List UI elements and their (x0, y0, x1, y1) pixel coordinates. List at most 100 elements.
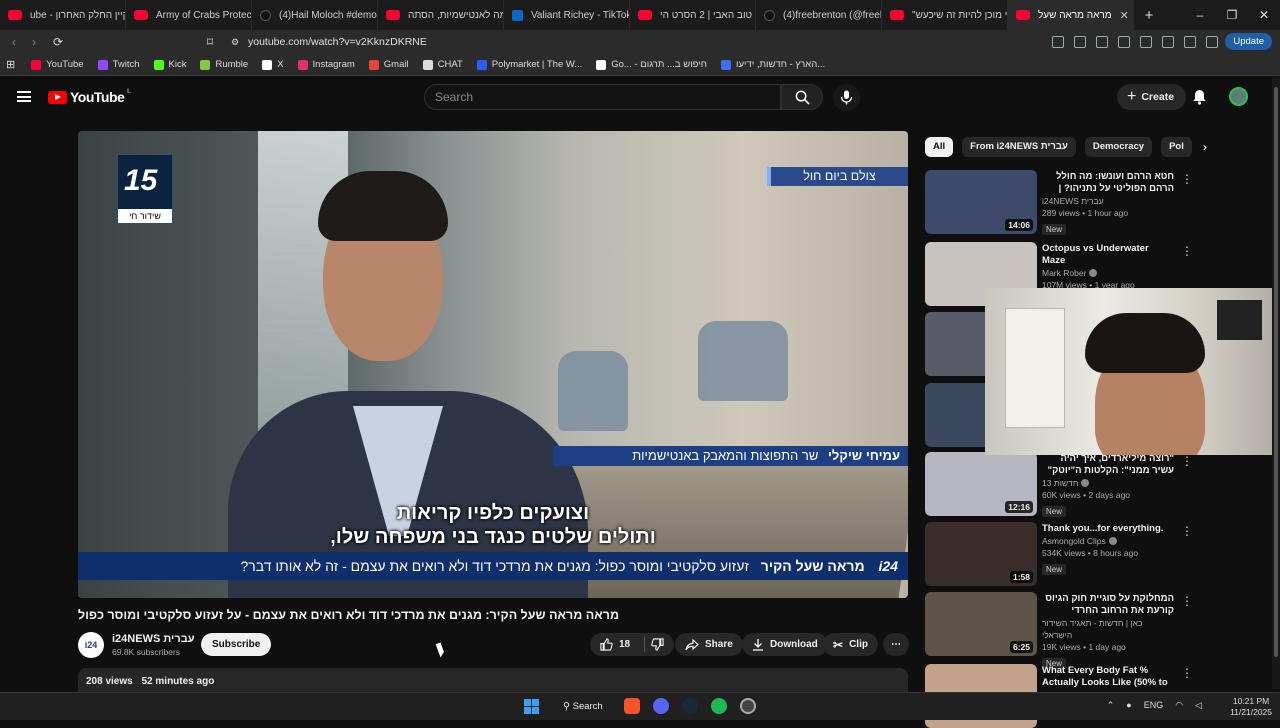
browser-tab[interactable]: (4)Hail Moloch #demonolo (252, 0, 378, 30)
user-avatar[interactable] (1229, 87, 1248, 106)
browser-tab[interactable]: מראה מראה שעל ✕ (1008, 0, 1134, 30)
bookmark-icon[interactable]: ⌑ (200, 35, 220, 49)
subscribe-button[interactable]: Subscribe (201, 633, 272, 656)
site-info-icon[interactable]: ⚙ (225, 37, 245, 48)
extension-icon[interactable] (1052, 36, 1064, 48)
download-button[interactable]: Download (742, 633, 828, 656)
notifications-bell-icon[interactable] (1192, 89, 1207, 105)
browser-tab[interactable]: Valiant Richey - TikTok | Li (504, 0, 630, 30)
more-actions-button[interactable]: ⋯ (883, 633, 909, 656)
apps-grid-icon[interactable]: ⊞ (6, 58, 15, 71)
browser-tab[interactable]: ube - ארקיין החלק האחרון| (0, 0, 126, 30)
create-button[interactable]: + Create (1117, 84, 1187, 110)
microphone-icon[interactable]: ● (1126, 700, 1131, 711)
video-thumbnail[interactable]: 1:58 (925, 522, 1037, 586)
share-button[interactable]: Share (675, 633, 743, 656)
browser-tab[interactable]: שם טוב האבי | 2 הסרט הי (630, 0, 756, 30)
extension-icon[interactable] (1074, 36, 1086, 48)
channel-avatar[interactable]: i24 (78, 632, 104, 658)
extension-icon[interactable] (1118, 36, 1130, 48)
browser-tab[interactable]: כמה לאנטישמיות, הסתה (378, 0, 504, 30)
minimize-button[interactable]: – (1184, 8, 1216, 22)
update-button[interactable]: Update (1225, 33, 1272, 50)
bookmark-item[interactable]: Kick (153, 59, 186, 70)
scrollbar-thumb[interactable] (1274, 87, 1278, 657)
bookmark-item[interactable]: Polymarket | The W... (476, 59, 582, 70)
extension-icon[interactable] (1140, 36, 1152, 48)
shield-icon[interactable] (1206, 36, 1218, 48)
video-thumbnail[interactable]: 12:16 (925, 452, 1037, 516)
chevron-up-icon[interactable]: ⌃ (1107, 700, 1115, 711)
video-channel[interactable]: i24NEWS עברית (1042, 195, 1174, 207)
recommended-video[interactable]: 6:25 המחלוקת על סוגיית חוק הגיוס קורעת את… (925, 592, 1265, 669)
video-channel[interactable]: כאן | חדשות - תאגיד השידור הישראלי (1042, 617, 1174, 641)
video-channel[interactable]: Asmongold Clips (1042, 535, 1174, 547)
video-title[interactable]: "רוצה מיליארדים, איך יהיה עשיר ממני": הק… (1042, 453, 1174, 477)
chevron-right-icon[interactable]: › (1203, 137, 1207, 157)
search-button[interactable] (781, 84, 823, 110)
wifi-icon[interactable]: ◠ (1175, 700, 1183, 711)
filter-chip[interactable]: Pol (1161, 137, 1192, 157)
bookmark-item[interactable]: Gmail (368, 59, 409, 70)
video-thumbnail[interactable]: 6:25 (925, 592, 1037, 656)
browser-tab[interactable]: (4)freebrenton (@freebren (756, 0, 882, 30)
windows-start-icon[interactable] (524, 699, 539, 714)
youtube-logo[interactable]: YouTube IL (48, 89, 131, 105)
channel-name[interactable]: i24NEWS עברית (112, 633, 195, 645)
extension-icon[interactable] (1096, 36, 1108, 48)
close-window-button[interactable]: ✕ (1248, 8, 1280, 22)
browser-tab[interactable]: Army of Crabs Protect Spy (126, 0, 252, 30)
video-title[interactable]: Octopus vs Underwater Maze (1042, 243, 1174, 267)
recommended-video[interactable]: 14:06 חטא הרהם ועונשו: מה חולל הרהם הפולי… (925, 170, 1265, 235)
search-input[interactable]: Search (424, 84, 781, 110)
sidebar-icon[interactable] (1162, 36, 1174, 48)
bookmark-item[interactable]: CHAT (422, 59, 463, 70)
bookmark-item[interactable]: הארץ - חדשות, ידיעו... (720, 59, 825, 70)
like-button[interactable]: 18 (590, 633, 675, 656)
language-indicator[interactable]: ENG (1144, 700, 1164, 711)
browser-tab[interactable]: "אני מוכן להיות זה שיכעש (882, 0, 1008, 30)
more-vertical-icon[interactable]: ⋮ (1181, 666, 1193, 680)
bookmark-item[interactable]: X (262, 59, 284, 70)
more-vertical-icon[interactable]: ⋮ (1181, 454, 1193, 468)
bookmark-item[interactable]: YouTube (31, 59, 84, 70)
bookmark-item[interactable]: Go... - חיפוש ב... תרגום (596, 59, 707, 70)
clip-button[interactable]: ✂ Clip (823, 633, 878, 656)
close-tab-icon[interactable]: ✕ (1120, 9, 1129, 22)
url-field[interactable]: youtube.com/watch?v=v2KknzDKRNE (248, 36, 427, 48)
filter-chip[interactable]: All (925, 137, 954, 157)
taskbar-search[interactable]: ⚲ Search (557, 697, 607, 717)
volume-icon[interactable]: ◁ (1195, 700, 1202, 711)
video-channel[interactable]: Mark Rober (1042, 267, 1174, 279)
wallet-icon[interactable] (1184, 36, 1196, 48)
filter-chip[interactable]: Democracy (1084, 137, 1153, 157)
reload-icon[interactable]: ⟳ (48, 35, 68, 49)
obs-icon[interactable] (740, 698, 756, 714)
back-icon[interactable]: ‹ (4, 35, 24, 49)
taskbar-clock[interactable]: 10:21 PM 11/21/2025 (1230, 696, 1272, 718)
video-title[interactable]: What Every Body Fat % Actually Looks Lik… (1042, 665, 1174, 689)
more-vertical-icon[interactable]: ⋮ (1181, 172, 1193, 186)
bookmark-item[interactable]: Twitch (97, 59, 140, 70)
description-box[interactable]: 208 views 52 minutes ago (78, 668, 908, 692)
new-tab-button[interactable]: + (1134, 7, 1164, 24)
video-title[interactable]: המחלוקת על סוגיית חוק הגיוס קורעת את הרח… (1042, 593, 1174, 617)
page-scrollbar[interactable] (1272, 77, 1280, 689)
video-player[interactable]: 15 שידור חי צולם ביום חול עמיחי שיקלי שר… (78, 131, 908, 598)
bookmark-item[interactable]: Rumble (200, 59, 248, 70)
more-vertical-icon[interactable]: ⋮ (1181, 244, 1193, 258)
video-title[interactable]: Thank you...for everything. (1042, 523, 1174, 535)
filter-chip[interactable]: From i24NEWS עברית (962, 137, 1076, 157)
brave-browser-icon[interactable] (624, 698, 640, 714)
recommended-video[interactable]: 1:58 Thank you...for everything. Asmongold… (925, 522, 1265, 586)
video-thumbnail[interactable]: 14:06 (925, 170, 1037, 234)
video-channel[interactable]: חדשות 13 (1042, 477, 1174, 489)
maximize-button[interactable]: ❐ (1216, 8, 1248, 22)
discord-icon[interactable] (653, 698, 669, 714)
more-vertical-icon[interactable]: ⋮ (1181, 524, 1193, 538)
video-title[interactable]: חטא הרהם ועונשו: מה חולל הרהם הפוליטי על… (1042, 171, 1174, 195)
spotify-icon[interactable] (711, 698, 727, 714)
forward-icon[interactable]: › (24, 35, 44, 49)
menu-icon[interactable] (17, 91, 31, 102)
voice-search-button[interactable] (833, 84, 860, 111)
